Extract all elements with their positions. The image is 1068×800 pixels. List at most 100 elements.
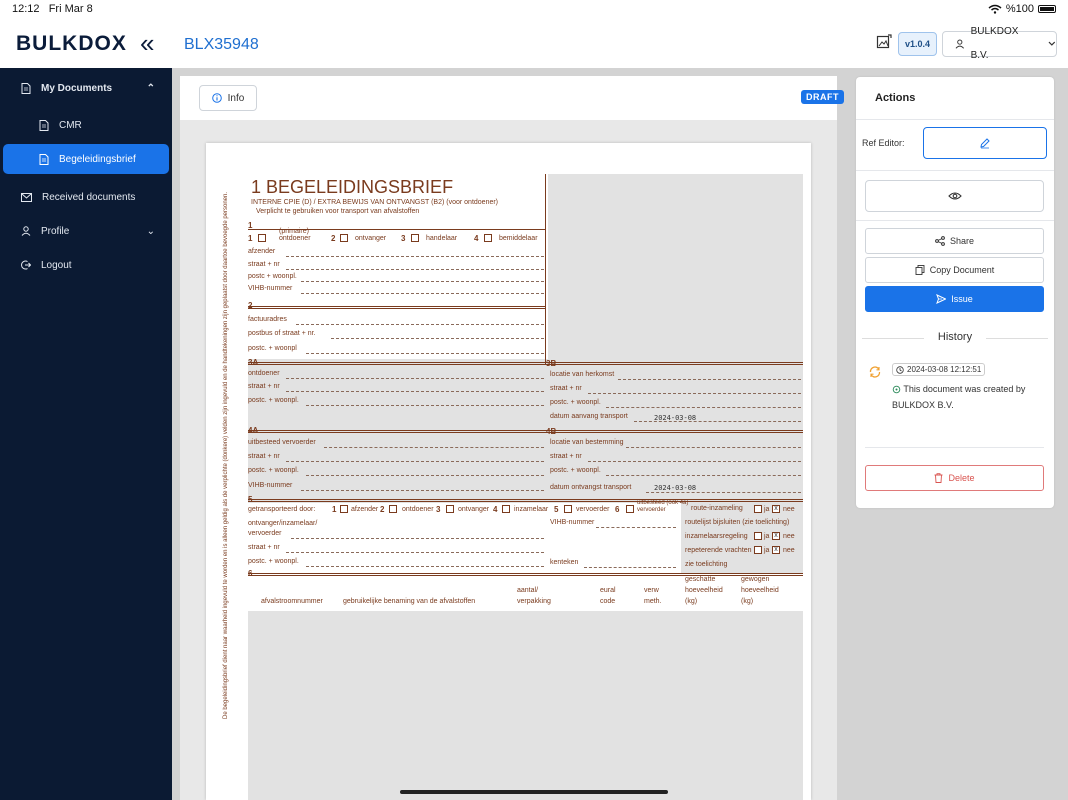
user-icon xyxy=(21,226,31,236)
field-label: ontdoener xyxy=(248,370,280,377)
field-line[interactable] xyxy=(306,405,544,406)
nee-label: nee xyxy=(783,547,795,554)
field-line[interactable] xyxy=(296,324,544,325)
field-label: VIHB-nummer xyxy=(248,482,293,489)
field-line[interactable] xyxy=(286,256,544,257)
checkbox-ontdoener-5[interactable] xyxy=(389,505,397,513)
sidebar-item-profile[interactable]: Profile ⌄ xyxy=(3,216,169,246)
info-label: Info xyxy=(227,92,245,104)
form-divider xyxy=(545,174,546,365)
issue-button[interactable]: Issue xyxy=(865,286,1044,312)
field-line[interactable] xyxy=(301,293,544,294)
ja-label: ja xyxy=(764,506,770,513)
checkbox-ontvanger-5[interactable] xyxy=(446,505,454,513)
delete-button[interactable]: Delete xyxy=(865,465,1044,491)
field-line[interactable] xyxy=(291,538,544,539)
checkbox-vervoerder[interactable] xyxy=(564,505,572,513)
field-line[interactable] xyxy=(306,475,544,476)
history-text: This document was created by BULKDOX B.V… xyxy=(892,384,1026,410)
uitbesteed-label: uitbesteed (ook 4a) xyxy=(637,500,689,506)
double-chevron-left-icon[interactable]: « xyxy=(140,28,154,59)
sidebar-item-label: CMR xyxy=(59,119,82,131)
field-label: postc. + woonpl xyxy=(248,345,297,352)
document-id: BLX35948 xyxy=(184,36,259,53)
ref-editor-label: Ref Editor: xyxy=(862,138,905,148)
version-badge: v1.0.4 xyxy=(898,32,938,56)
home-indicator[interactable] xyxy=(400,790,668,794)
divider xyxy=(986,338,1048,339)
draft-badge: DRAFT xyxy=(801,90,844,104)
field-line[interactable] xyxy=(618,379,801,380)
checkbox-inzamelaar[interactable] xyxy=(502,505,510,513)
field-line[interactable] xyxy=(306,353,544,354)
column-header: eural xyxy=(600,587,616,594)
field-line[interactable] xyxy=(606,407,801,408)
field-line[interactable] xyxy=(606,475,801,476)
share-button[interactable]: Share xyxy=(865,228,1044,254)
checkbox-uitbesteed[interactable] xyxy=(626,505,634,513)
share-icon xyxy=(935,236,945,246)
form-title: 1 BEGELEIDINGSBRIEF xyxy=(251,177,454,197)
field-line[interactable] xyxy=(301,490,544,491)
field-line[interactable] xyxy=(286,378,544,379)
field-label: postc. + woonpl. xyxy=(248,558,299,565)
field-line[interactable] xyxy=(588,393,801,394)
field-line[interactable] xyxy=(324,447,544,448)
ref-editor-button[interactable] xyxy=(923,127,1047,159)
field-line[interactable] xyxy=(584,567,676,568)
checkbox-nee-checked[interactable]: x xyxy=(772,505,780,513)
field-line[interactable] xyxy=(286,461,544,462)
checkbox-ontvanger[interactable] xyxy=(340,234,348,242)
field-label: ontvanger/inzamelaar/ xyxy=(248,520,318,527)
field-line[interactable] xyxy=(286,269,544,270)
role-label: ontdoener xyxy=(402,506,434,513)
history-timestamp: 2024-03-08 12:12:51 xyxy=(892,363,986,376)
section-6-number: 6 xyxy=(248,569,253,578)
field-line[interactable] xyxy=(588,461,801,462)
sidebar-item-cmr[interactable]: CMR xyxy=(3,110,169,140)
field-line[interactable] xyxy=(286,552,544,553)
field-line[interactable] xyxy=(596,527,676,528)
checkbox-ja[interactable] xyxy=(754,532,762,540)
field-line[interactable] xyxy=(301,281,544,282)
checkbox-ja[interactable] xyxy=(754,505,762,513)
image-export-icon[interactable] xyxy=(876,34,892,50)
field-line[interactable] xyxy=(626,447,801,448)
checkbox-nee-checked[interactable]: x xyxy=(772,546,780,554)
form-subtitle: INTERNE CPIE (D) / EXTRA BEWIJS VAN ONTV… xyxy=(251,199,499,206)
checkbox-bemiddelaar[interactable] xyxy=(484,234,492,242)
field-line[interactable] xyxy=(286,391,544,392)
sidebar-item-begeleidingsbrief[interactable]: Begeleidingsbrief xyxy=(3,144,169,174)
info-button[interactable]: Info xyxy=(199,85,257,111)
section-5-number: 5 xyxy=(248,495,253,504)
checkbox-afzender[interactable] xyxy=(340,505,348,513)
form-subtitle-2: Verplicht te gebruiken voor transport va… xyxy=(256,208,420,215)
chevron-down-icon xyxy=(1048,41,1056,46)
sidebar-item-logout[interactable]: Logout xyxy=(3,250,169,280)
company-selector[interactable]: BULKDOX B.V. xyxy=(942,26,1057,61)
sidebar-item-received-documents[interactable]: Received documents xyxy=(3,182,169,212)
role-label: handelaar xyxy=(426,235,458,242)
sidebar-item-my-documents[interactable]: My Documents ⌃ xyxy=(3,73,169,103)
column-header: (kg) xyxy=(741,598,754,605)
share-label: Share xyxy=(949,236,975,246)
column-header: (kg) xyxy=(685,598,698,605)
end-date-value: 2024-03-08 xyxy=(654,484,697,492)
column-header: meth. xyxy=(644,598,662,605)
document-icon xyxy=(21,82,31,94)
checkbox-ontdoener[interactable] xyxy=(258,234,266,242)
field-line[interactable] xyxy=(306,566,544,567)
field-label: postc. + woonpl. xyxy=(550,399,601,406)
preview-button[interactable] xyxy=(865,180,1044,212)
checkbox-nee-checked[interactable]: x xyxy=(772,532,780,540)
field-label: kenteken xyxy=(550,559,579,566)
checkbox-handelaar[interactable] xyxy=(411,234,419,242)
field-line[interactable] xyxy=(646,492,801,493)
field-line[interactable] xyxy=(331,338,544,339)
checkbox-ja[interactable] xyxy=(754,546,762,554)
role-number: 4 xyxy=(493,505,498,514)
option-label: route-inzameling xyxy=(691,505,743,512)
uitbesteed-vervoerder-label: vervoerder xyxy=(637,507,666,513)
copy-document-button[interactable]: Copy Document xyxy=(865,257,1044,283)
timestamp-value: 2024-03-08 12:12:51 xyxy=(907,365,982,374)
